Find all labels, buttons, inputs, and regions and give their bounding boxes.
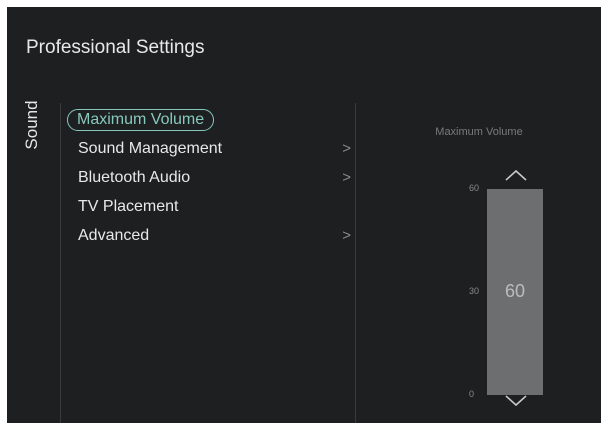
chevron-right-icon: > <box>342 227 351 244</box>
menu-item-label: Sound Management <box>78 140 223 157</box>
slider-min-label: 0 <box>469 389 475 399</box>
menu-item-bluetooth-audio[interactable]: Bluetooth Audio > <box>67 163 357 192</box>
menu-item-tv-placement[interactable]: TV Placement <box>67 192 357 221</box>
volume-slider[interactable]: 60 <box>487 189 543 395</box>
chevron-up-icon[interactable] <box>505 169 527 181</box>
section-label-sound[interactable]: Sound <box>21 95 43 155</box>
chevron-down-icon[interactable] <box>505 395 527 407</box>
menu-item-sound-management[interactable]: Sound Management > <box>67 134 357 163</box>
left-divider <box>60 103 61 423</box>
menu-item-label: Bluetooth Audio <box>78 169 191 186</box>
menu-item-maximum-volume[interactable]: Maximum Volume <box>67 105 357 134</box>
chevron-right-icon: > <box>342 140 351 157</box>
menu-item-label: Advanced <box>78 227 150 244</box>
slider-value: 60 <box>504 281 526 301</box>
volume-panel: Maximum Volume 60 30 0 60 <box>357 105 601 423</box>
menu-item-label: Maximum Volume <box>67 109 215 131</box>
slider-title: Maximum Volume <box>435 126 523 138</box>
slider-max-label: 60 <box>469 183 480 193</box>
menu-item-advanced[interactable]: Advanced > <box>67 221 357 250</box>
settings-menu: Maximum Volume Sound Management > Blueto… <box>67 105 357 250</box>
page-title: Professional Settings <box>26 37 205 58</box>
chevron-right-icon: > <box>342 169 351 186</box>
menu-item-label: TV Placement <box>78 198 179 215</box>
slider-mid-label: 30 <box>469 286 480 296</box>
tv-screen: Professional Settings Sound Maximum Volu… <box>7 7 601 423</box>
